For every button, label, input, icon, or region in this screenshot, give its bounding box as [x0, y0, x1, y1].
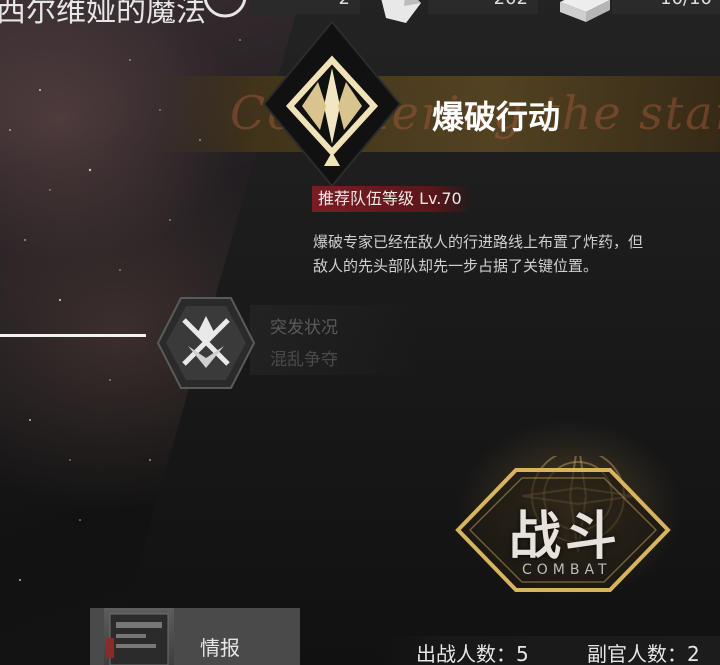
- sub-mission-subtitle: 混乱争夺: [270, 350, 338, 370]
- timer-icon: [203, 0, 247, 18]
- supply-box-icon: [560, 0, 610, 22]
- combat-sublabel: COMBAT: [522, 562, 612, 578]
- combat-label: 战斗: [509, 506, 622, 567]
- supply-resource: 10/10: [612, 0, 720, 14]
- recommended-level-badge: 推荐队伍等级 Lv.70: [312, 186, 472, 212]
- description-line: 敌人的先头部队却先一步占据了关键位置。: [313, 257, 599, 275]
- intel-label: 情报: [200, 636, 240, 660]
- adjutant-count: 副官人数：2: [587, 642, 700, 665]
- timer-resource: 2: [250, 0, 360, 14]
- deploy-count: 出战人数：5: [416, 642, 529, 665]
- route-line: [0, 334, 146, 337]
- mission-description: 爆破专家已经在敌人的行进路线上布置了炸药，但 敌人的先头部队却先一步占据了关键位…: [313, 230, 713, 278]
- mission-title: 爆破行动: [432, 98, 561, 136]
- sub-mission-title: 突发状况: [270, 318, 338, 338]
- description-line: 爆破专家已经在敌人的行进路线上布置了炸药，但: [313, 233, 644, 251]
- sub-mission-node[interactable]: [156, 296, 256, 390]
- mission-emblem-icon[interactable]: [262, 20, 402, 188]
- event-title: 西尔维娅的魔法: [0, 0, 206, 29]
- intel-document-icon: [104, 608, 174, 665]
- crystal-resource: 202: [428, 0, 538, 14]
